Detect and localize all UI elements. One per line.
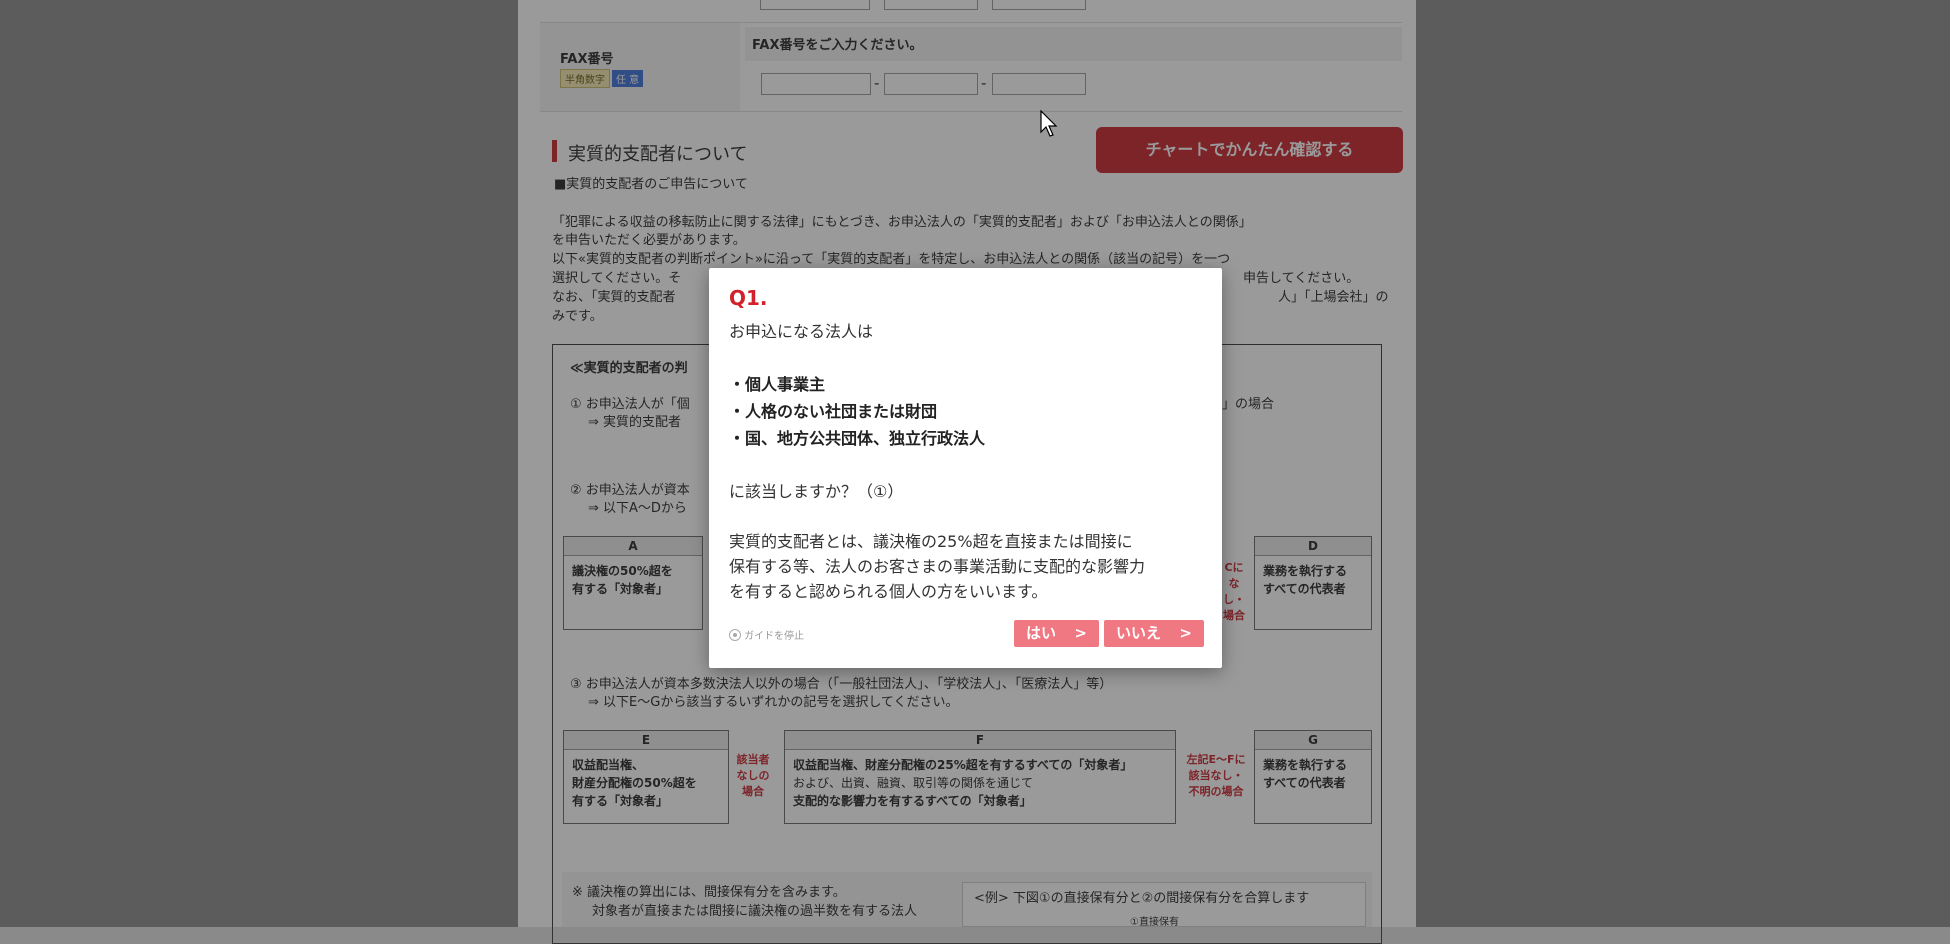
definition-line-3: を有すると認められる個人の方をいいます。 [729, 582, 1048, 601]
question-lead: お申込になる法人は [729, 322, 874, 341]
option-unincorporated: ・人格のない社団または財団 [729, 402, 938, 421]
stop-guide-label: ガイドを停止 [744, 631, 804, 642]
yes-button[interactable]: はい > [1014, 620, 1099, 647]
question-ask: に該当しますか？（①） [729, 482, 904, 501]
no-label: いいえ [1116, 624, 1162, 642]
chevron-right-icon: > [1074, 624, 1087, 642]
definition-line-1: 実質的支配者とは、議決権の25%超を直接または間接に [729, 532, 1133, 551]
definition-paragraph: 実質的支配者とは、議決権の25%超を直接または間接に 保有する等、法人のお客さま… [729, 529, 1199, 604]
question-number: Q1. [729, 286, 768, 310]
mouse-cursor-icon [1040, 109, 1058, 142]
option-sole-proprietor: ・個人事業主 [729, 375, 826, 394]
definition-line-2: 保有する等、法人のお客さまの事業活動に支配的な影響力 [729, 557, 1146, 576]
no-button[interactable]: いいえ > [1104, 620, 1204, 647]
option-public-entity: ・国、地方公共団体、独立行政法人 [729, 429, 986, 448]
stop-guide-link[interactable]: ガイドを停止 [729, 627, 804, 642]
radio-dot-icon [729, 629, 741, 641]
guide-modal: Q1. お申込になる法人は ・個人事業主 ・人格のない社団または財団 ・国、地方… [709, 268, 1222, 668]
chevron-right-icon: > [1179, 624, 1192, 642]
yes-label: はい [1026, 624, 1057, 642]
